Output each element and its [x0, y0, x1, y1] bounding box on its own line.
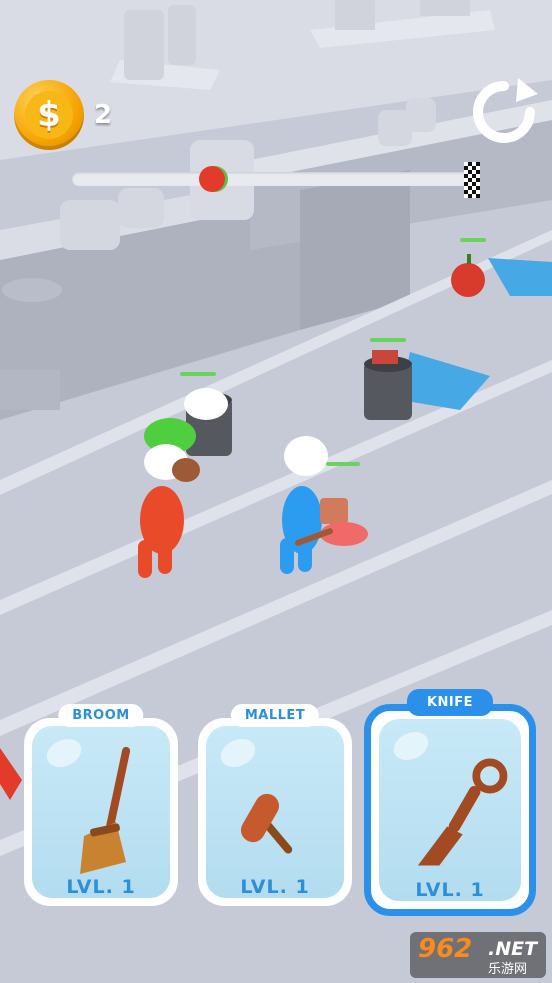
watermark-number: 962	[418, 934, 473, 964]
coin-count: 2	[94, 100, 113, 130]
weapon-label: BROOM	[58, 704, 144, 727]
mallet-icon	[241, 793, 293, 854]
broom-icon	[80, 746, 131, 874]
weapon-card-broom[interactable]: BROOM LVL. 1	[24, 704, 178, 906]
knife-icon	[417, 758, 508, 866]
level-progress-bar	[72, 166, 472, 192]
weapon-level: LVL. 1	[240, 876, 310, 898]
watermark-subtitle: 乐游网	[488, 962, 528, 977]
weapon-label: KNIFE	[406, 689, 494, 716]
coin-icon: $	[14, 80, 84, 150]
weapon-label: MALLET	[230, 704, 320, 727]
weapon-card-knife[interactable]: KNIFE LVL. 1	[364, 689, 536, 916]
coin-symbol: $	[25, 91, 73, 139]
site-watermark: 962 .NET 乐游网	[410, 932, 546, 978]
finish-flag-icon	[464, 162, 480, 198]
weapon-level: LVL. 1	[66, 876, 136, 898]
restart-icon[interactable]	[468, 76, 540, 148]
player-progress-marker	[199, 166, 225, 192]
weapon-card-mallet[interactable]: MALLET LVL. 1	[198, 704, 352, 906]
watermark-suffix: .NET	[488, 938, 538, 960]
weapon-level: LVL. 1	[415, 879, 485, 901]
